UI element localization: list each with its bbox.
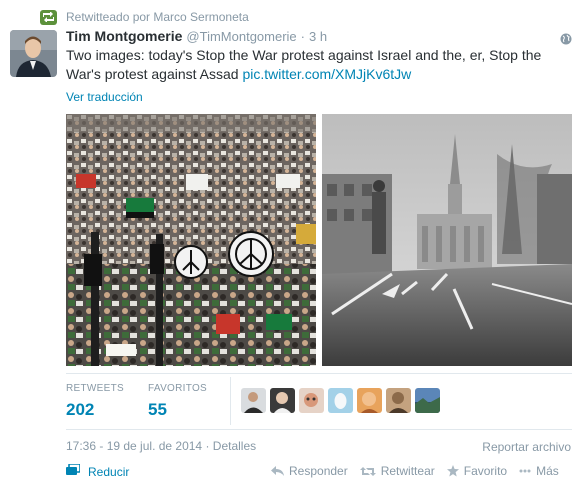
divider	[66, 429, 572, 430]
favorites-stat[interactable]: FAVORITOS 55	[148, 383, 230, 419]
retweet-context: Retwitteado por Marco Sermoneta	[40, 8, 249, 26]
more-dots-icon	[519, 469, 531, 473]
retweet-button[interactable]: Retwittear	[359, 464, 435, 478]
favorites-count: 55	[148, 400, 167, 419]
retweet-icon	[40, 9, 57, 25]
favorite-button[interactable]: Favorito	[446, 464, 508, 478]
details-link[interactable]: Detalles	[213, 439, 256, 453]
tweet-header: Tim Montgomerie @TimMontgomerie · 3 h	[66, 28, 327, 46]
favorite-star-icon	[446, 465, 459, 477]
retweeter-avatar[interactable]	[386, 388, 411, 413]
retweet-label: Retwittear	[380, 464, 435, 478]
reply-icon	[271, 465, 284, 477]
retweet-context-text[interactable]: Retwitteado por Marco Sermoneta	[66, 10, 249, 24]
empty-street-photo[interactable]	[322, 114, 572, 366]
collapse-label: Reducir	[88, 464, 130, 479]
retweet-action-icon	[359, 466, 376, 477]
tweet-media-link[interactable]: pic.twitter.com/XMJjKv6tJw	[242, 66, 411, 82]
more-label: Más	[536, 464, 559, 478]
globe-icon	[560, 32, 572, 45]
tweet-timestamp-row: 17:36 - 19 de jul. de 2014 · Detalles	[66, 439, 256, 453]
favorite-label: Favorito	[463, 464, 508, 478]
tweet-stats: RETWEETS 202 FAVORITOS 55	[66, 383, 230, 419]
retweeter-avatar[interactable]	[415, 388, 440, 413]
protest-crowd-photo[interactable]	[66, 114, 316, 366]
avatar[interactable]	[10, 30, 57, 77]
more-button[interactable]: Más	[519, 464, 559, 478]
retweets-stat[interactable]: RETWEETS 202	[66, 383, 148, 419]
report-link[interactable]: Reportar archivo	[482, 440, 571, 454]
retweeter-avatar[interactable]	[241, 388, 266, 413]
tweet-actions: Responder Retwittear Favorito Más	[271, 464, 559, 478]
retweeter-avatar[interactable]	[357, 388, 382, 413]
favorites-label: FAVORITOS	[148, 383, 208, 394]
translate-link[interactable]: Ver traducción	[66, 90, 143, 104]
retweeter-avatars	[241, 388, 440, 413]
collapse-button[interactable]: Reducir	[66, 463, 130, 479]
tweet-media	[66, 114, 572, 366]
author-handle[interactable]: @TimMontgomerie	[186, 29, 296, 44]
divider	[66, 373, 572, 374]
reply-button[interactable]: Responder	[271, 464, 348, 478]
collapse-icon	[66, 463, 81, 479]
retweeter-avatar[interactable]	[270, 388, 295, 413]
stats-separator	[230, 377, 231, 425]
tweet-time[interactable]: 3 h	[309, 29, 327, 44]
details-separator: ·	[202, 439, 213, 453]
retweeter-avatar[interactable]	[299, 388, 324, 413]
reply-label: Responder	[289, 464, 348, 478]
retweets-count: 202	[66, 400, 95, 419]
tweet-timestamp: 17:36 - 19 de jul. de 2014	[66, 439, 203, 453]
author-name[interactable]: Tim Montgomerie	[66, 28, 182, 44]
default-egg-avatar[interactable]	[328, 388, 353, 413]
header-separator: ·	[300, 29, 306, 44]
retweets-label: RETWEETS	[66, 383, 124, 394]
tweet-text: Two images: today's Stop the War protest…	[66, 46, 556, 84]
